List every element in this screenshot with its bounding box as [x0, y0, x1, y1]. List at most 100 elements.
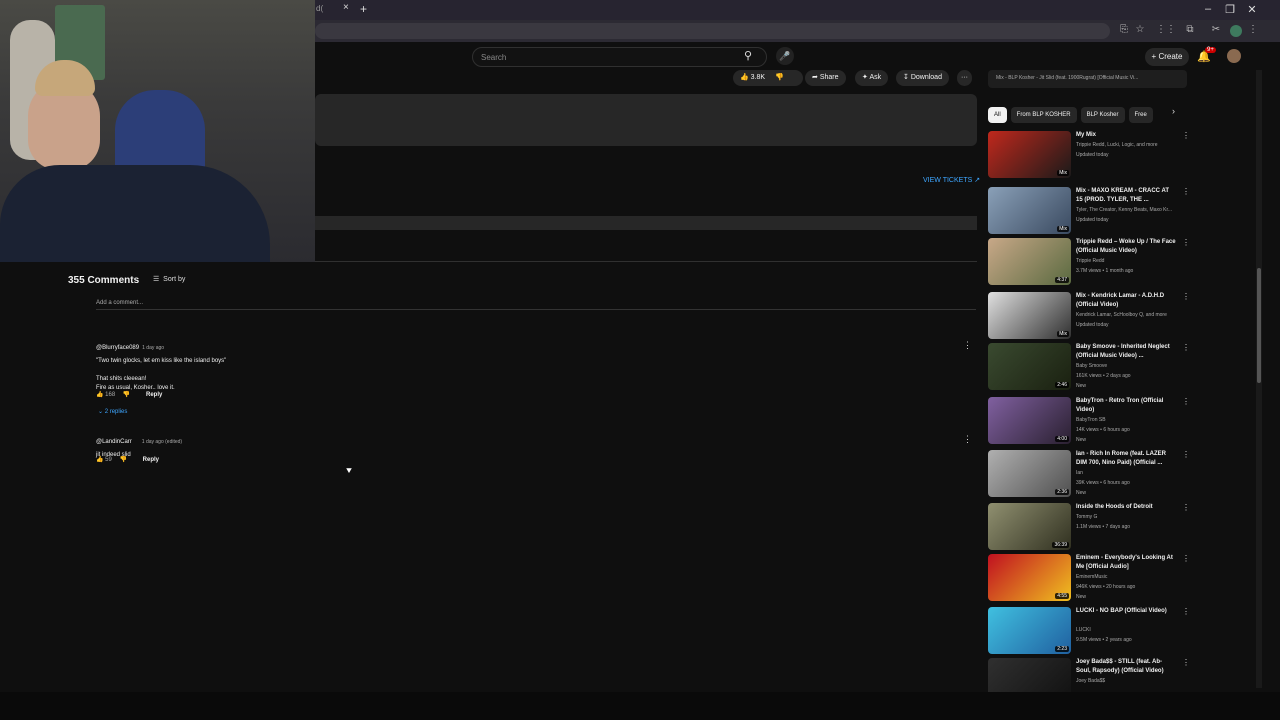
- video-title[interactable]: Ian - Rich In Rome (feat. LAZER DIM 700,…: [1076, 450, 1176, 468]
- video-thumbnail[interactable]: Mix: [988, 187, 1071, 234]
- video-title[interactable]: Eminem - Everybody's Looking At Me [Offi…: [1076, 554, 1176, 572]
- comment-menu-icon[interactable]: ⋮: [963, 340, 972, 351]
- channel-name[interactable]: LUCKI: [1076, 626, 1091, 634]
- recommendation-item[interactable]: 4:55 Eminem - Everybody's Looking At Me […: [988, 554, 1190, 604]
- recommendation-item[interactable]: Mix Mix - Kendrick Lamar - A.D.H.D (Offic…: [988, 292, 1190, 342]
- recommendation-item[interactable]: 36:39 Inside the Hoods of Detroit Tommy G 1…: [988, 503, 1190, 553]
- comment-author[interactable]: @LandinCarr: [96, 439, 132, 445]
- video-menu-icon[interactable]: ⋮: [1182, 131, 1190, 140]
- search-icon[interactable]: ⚲: [744, 49, 752, 62]
- video-thumbnail[interactable]: 2:36: [988, 450, 1071, 497]
- more-actions-button[interactable]: ···: [957, 70, 972, 86]
- share-button[interactable]: ➦ Share: [805, 70, 846, 86]
- channel-name[interactable]: Ian: [1076, 469, 1083, 477]
- screenshot-icon[interactable]: ✂: [1208, 24, 1224, 35]
- video-thumbnail[interactable]: Mix: [988, 292, 1071, 339]
- video-thumbnail[interactable]: 4:55: [988, 554, 1071, 601]
- channel-name[interactable]: Trippie Redd: [1076, 257, 1104, 265]
- chevron-right-icon[interactable]: ›: [1172, 106, 1175, 116]
- view-tickets-link[interactable]: VIEW TICKETS ↗: [923, 176, 980, 184]
- channel-name[interactable]: Joey Bada$$: [1076, 677, 1105, 685]
- recommendation-item[interactable]: 4:37 Trippie Redd – Woke Up / The Face (O…: [988, 238, 1190, 288]
- close-window-icon[interactable]: ✕: [1242, 3, 1262, 16]
- thumb-up-icon[interactable]: 👍: [96, 457, 103, 463]
- channel-name[interactable]: Kendrick Lamar, ScHoolboy Q, and more: [1076, 311, 1167, 319]
- video-thumbnail[interactable]: 36:39: [988, 503, 1071, 550]
- channel-name[interactable]: Tommy G: [1076, 513, 1097, 521]
- url-input[interactable]: [315, 23, 1110, 39]
- bookmark-star-icon[interactable]: ☆: [1132, 24, 1148, 35]
- thumb-down-icon[interactable]: 👎: [775, 74, 784, 81]
- microphone-icon[interactable]: 🎤: [776, 47, 794, 65]
- video-menu-icon[interactable]: ⋮: [1182, 292, 1190, 301]
- add-comment-input[interactable]: Add a comment...: [96, 300, 976, 310]
- download-button[interactable]: ↧ Download: [896, 70, 949, 86]
- create-button[interactable]: + Create: [1145, 48, 1189, 66]
- video-thumbnail[interactable]: 2:23: [988, 607, 1071, 654]
- channel-name[interactable]: EminemMusic: [1076, 573, 1107, 581]
- video-menu-icon[interactable]: ⋮: [1182, 658, 1190, 667]
- video-title[interactable]: Inside the Hoods of Detroit: [1076, 503, 1176, 512]
- recommendation-item[interactable]: 2:23 LUCKI - NO BAP (Official Video) LUCKI…: [988, 607, 1190, 657]
- comment-time[interactable]: 1 day ago (edited): [142, 439, 182, 445]
- video-title[interactable]: Joey Bada$$ - STILL (feat. Ab-Soul, Raps…: [1076, 658, 1176, 676]
- thumb-down-icon[interactable]: 👎: [120, 457, 127, 463]
- video-title[interactable]: LUCKI - NO BAP (Official Video): [1076, 607, 1176, 616]
- browser-tab-title[interactable]: d(: [316, 4, 323, 13]
- channel-name[interactable]: Trippie Redd, Lucki, Logic, and more: [1076, 141, 1158, 149]
- video-thumbnail[interactable]: 4:00: [988, 397, 1071, 444]
- video-title[interactable]: Trippie Redd – Woke Up / The Face (Offic…: [1076, 238, 1176, 256]
- video-menu-icon[interactable]: ⋮: [1182, 187, 1190, 196]
- channel-name[interactable]: BabyTron SB: [1076, 416, 1106, 424]
- video-menu-icon[interactable]: ⋮: [1182, 554, 1190, 563]
- thumb-down-icon[interactable]: 👎: [123, 392, 130, 398]
- tab-search-icon[interactable]: ⧉: [1182, 24, 1198, 35]
- video-title[interactable]: Mix - Kendrick Lamar - A.D.H.D (Official…: [1076, 292, 1176, 310]
- video-menu-icon[interactable]: ⋮: [1182, 450, 1190, 459]
- recommendation-item[interactable]: Mix My Mix Trippie Redd, Lucki, Logic, and…: [988, 131, 1190, 181]
- profile-avatar[interactable]: [1230, 25, 1242, 37]
- video-menu-icon[interactable]: ⋮: [1182, 238, 1190, 247]
- chip-from-channel[interactable]: From BLP KOSHER: [1010, 107, 1077, 123]
- like-dislike-button[interactable]: 👍 3.8K 👎: [733, 70, 803, 86]
- video-menu-icon[interactable]: ⋮: [1182, 503, 1190, 512]
- search-input[interactable]: Search: [472, 47, 767, 67]
- ask-button[interactable]: ✦ Ask: [855, 70, 889, 86]
- recommendation-item[interactable]: 2:36 Ian - Rich In Rome (feat. LAZER DIM …: [988, 450, 1190, 500]
- minimize-icon[interactable]: –: [1198, 3, 1218, 15]
- comment-time[interactable]: 1 day ago: [142, 345, 164, 351]
- chip-all[interactable]: All: [988, 107, 1007, 123]
- recommendation-item[interactable]: Mix Mix - MAXO KREAM - CRACC AT 15 (PROD.…: [988, 187, 1190, 237]
- playlist-mix-bar[interactable]: Mix - BLP Kosher - Jit Slid (feat. 1900R…: [988, 70, 1187, 88]
- maximize-icon[interactable]: ❐: [1220, 3, 1240, 16]
- video-menu-icon[interactable]: ⋮: [1182, 607, 1190, 616]
- video-title[interactable]: BabyTron - Retro Tron (Official Video): [1076, 397, 1176, 415]
- video-title[interactable]: My Mix: [1076, 131, 1176, 140]
- extensions-icon[interactable]: ⋮⋮: [1156, 24, 1176, 35]
- video-title[interactable]: Mix - MAXO KREAM - CRACC AT 15 (PROD. TY…: [1076, 187, 1176, 205]
- sort-by-button[interactable]: ☰ Sort by: [153, 275, 185, 283]
- browser-menu-icon[interactable]: ⋮: [1245, 24, 1261, 35]
- thumb-up-icon[interactable]: 👍: [96, 392, 103, 398]
- description-box[interactable]: [315, 94, 977, 146]
- chip-free[interactable]: Free: [1128, 107, 1153, 123]
- video-thumbnail[interactable]: Mix: [988, 131, 1071, 178]
- new-tab-button[interactable]: +: [360, 2, 367, 16]
- scrollbar-thumb[interactable]: [1257, 268, 1261, 383]
- channel-name[interactable]: Baby Smoove: [1076, 362, 1107, 370]
- recommendation-item[interactable]: 2:46 Baby Smoove - Inherited Neglect (Off…: [988, 343, 1190, 393]
- channel-name[interactable]: Tyler, The Creator, Kenny Beats, Maxo Kr…: [1076, 206, 1172, 214]
- comment-author[interactable]: @Blurryface089: [96, 345, 139, 351]
- video-menu-icon[interactable]: ⋮: [1182, 343, 1190, 352]
- account-avatar[interactable]: [1227, 49, 1241, 63]
- view-replies-button[interactable]: ⌄ 2 replies: [98, 408, 127, 415]
- comment-menu-icon[interactable]: ⋮: [963, 434, 972, 445]
- video-title[interactable]: Baby Smoove - Inherited Neglect (Officia…: [1076, 343, 1176, 361]
- video-menu-icon[interactable]: ⋮: [1182, 397, 1190, 406]
- video-thumbnail[interactable]: 2:46: [988, 343, 1071, 390]
- tab-close-icon[interactable]: ×: [343, 2, 349, 13]
- reply-button[interactable]: Reply: [146, 392, 162, 398]
- reply-button[interactable]: Reply: [143, 457, 159, 463]
- video-thumbnail[interactable]: 4:37: [988, 238, 1071, 285]
- cast-icon[interactable]: ⎘: [1116, 24, 1132, 35]
